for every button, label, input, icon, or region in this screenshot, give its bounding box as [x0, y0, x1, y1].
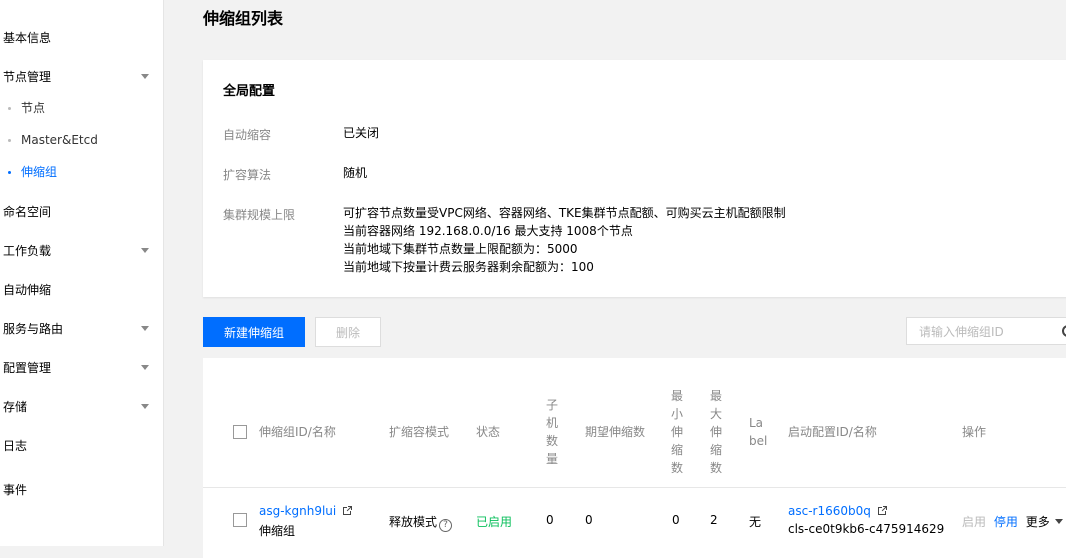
sidebar-subitem-scaling-group[interactable]: 伸缩组	[8, 162, 163, 182]
launch-config-cell: asc-r1660b0q	[788, 504, 888, 519]
max-value: 2	[710, 513, 718, 527]
limit-line: 当前容器网络 192.168.0.0/16 最大支持 1008个节点	[343, 224, 633, 238]
chevron-down-icon	[141, 404, 149, 409]
header-min: 最小伸缩数	[670, 389, 683, 475]
sidebar-item-label: 命名空间	[3, 205, 52, 219]
bullet-icon	[8, 171, 11, 174]
header-mode: 扩缩容模式	[389, 425, 450, 439]
sidebar-item-label: 自动伸缩	[3, 283, 52, 297]
create-scaling-group-button[interactable]: 新建伸缩组	[203, 317, 305, 347]
header-max: 最大伸缩数	[709, 389, 722, 475]
help-icon[interactable]: ?	[439, 519, 453, 532]
row-divider	[203, 487, 1066, 488]
sidebar-item-label: 节点	[21, 101, 46, 115]
row-mode-cell: 释放模式?	[389, 513, 453, 532]
auto-scale-value: 已关闭	[343, 126, 380, 140]
chevron-down-icon	[1054, 519, 1063, 524]
sidebar-item-events[interactable]: 事件	[3, 480, 163, 500]
header-child-count: 子机数量	[545, 398, 558, 466]
sidebar-item-namespace[interactable]: 命名空间	[3, 202, 163, 222]
sidebar-subitem-master-etcd[interactable]: Master&Etcd	[8, 130, 163, 150]
min-value: 0	[672, 513, 680, 527]
cluster-limit-value: 可扩容节点数量受VPC网络、容器网络、TKE集群节点配额、可购买云主机配额限制 …	[343, 204, 786, 276]
select-all-checkbox[interactable]	[233, 425, 247, 439]
mode-text: 释放模式	[389, 515, 438, 529]
launch-config-id-link[interactable]: asc-r1660b0q	[788, 504, 871, 518]
status-badge: 已启用	[476, 515, 513, 529]
scaling-group-name: 伸缩组	[259, 524, 296, 538]
algorithm-label: 扩容算法	[223, 168, 272, 182]
external-link-icon[interactable]	[342, 505, 353, 519]
sidebar-item-workload[interactable]: 工作负载	[3, 241, 163, 261]
algorithm-value: 随机	[343, 166, 368, 180]
sidebar-item-logs[interactable]: 日志	[3, 436, 163, 456]
sidebar-item-node-management[interactable]: 节点管理	[3, 67, 163, 87]
header-desired: 期望伸缩数	[585, 425, 646, 439]
row-checkbox[interactable]	[233, 513, 247, 527]
page-title: 伸缩组列表	[203, 9, 284, 28]
more-dropdown[interactable]: 更多	[1026, 515, 1063, 529]
desired-value: 0	[585, 513, 593, 527]
search-icon[interactable]	[1062, 325, 1066, 337]
chevron-down-icon	[141, 248, 149, 253]
row-operations: 启用 停用 更多	[962, 513, 1063, 530]
sidebar-item-storage[interactable]: 存储	[3, 397, 163, 417]
sidebar-subitem-nodes[interactable]: 节点	[8, 98, 163, 118]
header-status: 状态	[476, 425, 501, 439]
sidebar-item-label: 日志	[3, 439, 28, 453]
search-box	[906, 317, 1066, 345]
sidebar-item-service-routing[interactable]: 服务与路由	[3, 319, 163, 339]
chevron-down-icon	[141, 365, 149, 370]
limit-line: 当前地域下集群节点数量上限配额为：5000	[343, 242, 578, 256]
cluster-limit-label: 集群规模上限	[223, 208, 296, 222]
sidebar-item-label: Master&Etcd	[21, 133, 98, 147]
bullet-icon	[8, 139, 11, 142]
header-label: Label	[749, 416, 768, 448]
chevron-down-icon	[141, 326, 149, 331]
sidebar-item-basic-info[interactable]: 基本信息	[3, 28, 163, 48]
enable-link[interactable]: 启用	[962, 515, 986, 529]
scaling-group-id-link[interactable]: asg-kgnh9lui	[259, 504, 336, 518]
bullet-icon	[8, 107, 11, 110]
row-id-cell: asg-kgnh9lui	[259, 504, 353, 519]
sidebar-item-label: 伸缩组	[21, 165, 58, 179]
auto-scale-label: 自动缩容	[223, 128, 272, 142]
sidebar-item-label: 存储	[3, 400, 28, 414]
header-launch-config: 启动配置ID/名称	[788, 425, 877, 439]
limit-line: 可扩容节点数量受VPC网络、容器网络、TKE集群节点配额、可购买云主机配额限制	[343, 206, 786, 220]
sidebar-item-label: 工作负载	[3, 244, 52, 258]
chevron-down-icon	[141, 74, 149, 79]
disable-link[interactable]: 停用	[994, 515, 1018, 529]
sidebar-item-label: 基本信息	[3, 31, 52, 45]
header-id-name: 伸缩组ID/名称	[259, 425, 336, 439]
label-value: 无	[749, 515, 762, 529]
limit-line: 当前地域下按量计费云服务器剩余配额为：100	[343, 260, 594, 274]
more-label: 更多	[1025, 515, 1050, 529]
launch-config-name: cls-ce0t9kb6-c475914629	[788, 522, 945, 536]
panel-title: 全局配置	[223, 84, 276, 99]
sidebar-item-config-management[interactable]: 配置管理	[3, 358, 163, 378]
search-input[interactable]	[917, 319, 1061, 345]
sidebar-item-label: 事件	[3, 483, 28, 497]
sidebar-item-autoscaling[interactable]: 自动伸缩	[3, 280, 163, 300]
sidebar-item-label: 节点管理	[3, 70, 52, 84]
sidebar-item-label: 服务与路由	[3, 322, 64, 336]
child-count-value: 0	[546, 513, 554, 527]
sidebar: 基本信息 节点管理 节点 Master&Etcd 伸缩组 命名空间 工作负载 自…	[0, 0, 164, 546]
sidebar-item-label: 配置管理	[3, 361, 52, 375]
header-operations: 操作	[962, 425, 987, 439]
scaling-group-table: 伸缩组ID/名称 扩缩容模式 状态 子机数量 期望伸缩数 最小伸缩数 最大伸缩数…	[203, 358, 1066, 558]
delete-button[interactable]: 删除	[315, 317, 381, 347]
global-config-panel: 全局配置 自动缩容 已关闭 扩容算法 随机 集群规模上限 可扩容节点数量受VPC…	[203, 60, 1066, 297]
external-link-icon[interactable]	[877, 505, 888, 519]
